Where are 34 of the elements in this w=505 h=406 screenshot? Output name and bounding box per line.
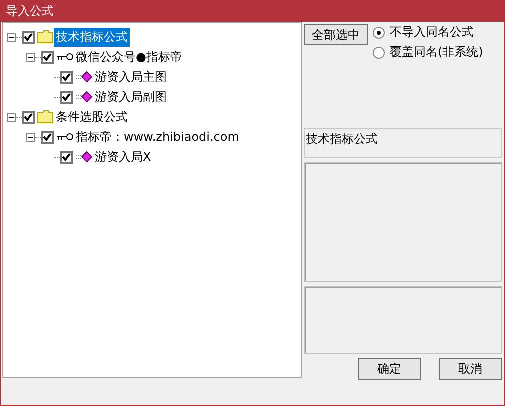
collapse-toggle[interactable] (7, 32, 16, 42)
key-icon (56, 133, 74, 141)
checkbox[interactable] (60, 90, 73, 104)
tree-item[interactable]: 微信公众号●指标帝 (74, 48, 184, 66)
radio-button[interactable] (373, 46, 385, 58)
collapse-toggle[interactable] (7, 112, 16, 122)
tree-item[interactable]: 游资入局副图 (93, 88, 169, 106)
ok-button[interactable]: 确定 (358, 358, 421, 380)
checkbox[interactable] (60, 70, 73, 84)
folder-icon (37, 110, 54, 124)
checkbox[interactable] (22, 110, 35, 124)
checkbox[interactable] (22, 30, 35, 44)
cancel-button[interactable]: 取消 (439, 358, 502, 380)
tree-item[interactable]: 游资入局主图 (93, 68, 169, 86)
collapse-toggle[interactable] (26, 52, 35, 62)
collapse-toggle[interactable] (26, 132, 35, 142)
key-icon (56, 53, 74, 61)
checkbox[interactable] (41, 50, 54, 64)
diamond-icon (75, 71, 93, 83)
checkbox[interactable] (60, 150, 73, 164)
folder-icon (37, 30, 54, 44)
radio-label: 覆盖同名(非系统) (390, 44, 484, 61)
checkbox[interactable] (41, 130, 54, 144)
diamond-icon (75, 91, 93, 103)
tree-item[interactable]: 游资入局X (93, 148, 154, 166)
window-title: 导入公式 (6, 2, 54, 20)
select-all-button[interactable]: 全部选中 (304, 24, 368, 45)
radio-label: 不导入同名公式 (390, 24, 474, 41)
tree-item[interactable]: 指标帝：www.zhibiaodi.com (74, 128, 242, 146)
category-field[interactable]: 技术指标公式 (304, 128, 502, 158)
tree-item[interactable]: 条件选股公式 (54, 108, 130, 126)
radio-button[interactable] (373, 26, 385, 38)
diamond-icon (75, 151, 93, 163)
tree-item[interactable]: 技术指标公式 (54, 28, 130, 46)
